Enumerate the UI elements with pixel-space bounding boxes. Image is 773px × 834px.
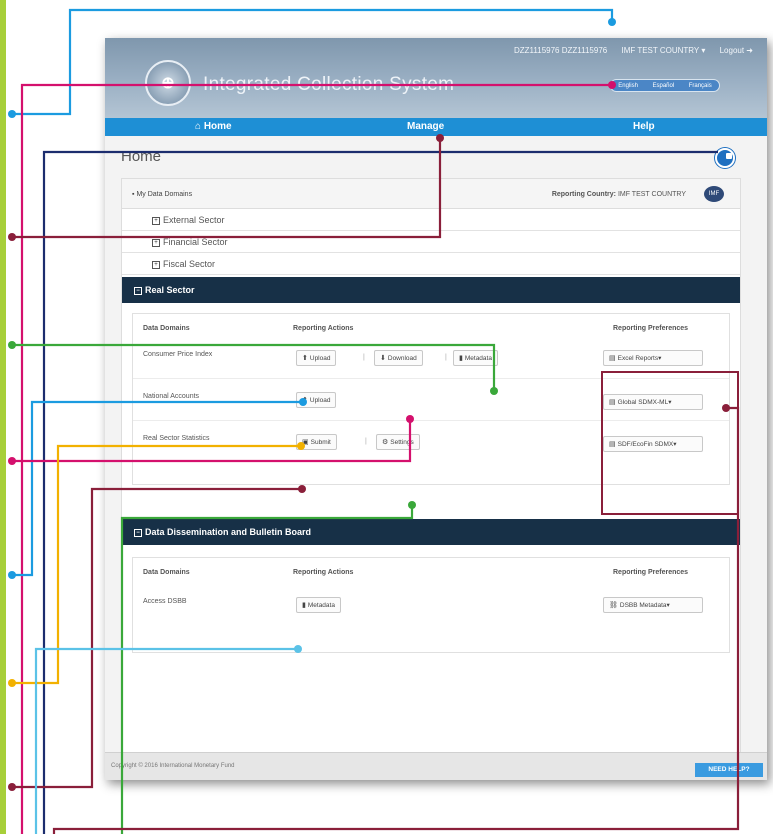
- sector-real[interactable]: − Real Sector: [122, 277, 740, 303]
- gear-icon: ⚙: [382, 439, 389, 446]
- app-screenshot: DZZ1115976 DZZ1115976 IMF TEST COUNTRY ▾…: [105, 38, 767, 780]
- sector-financial[interactable]: + Financial Sector: [122, 231, 740, 253]
- col-reporting-preferences: Reporting Preferences: [613, 569, 689, 576]
- col-reporting-preferences: Reporting Preferences: [613, 325, 689, 332]
- footer: Copyright © 2016 International Monetary …: [105, 752, 767, 780]
- callout-dot: [8, 571, 16, 579]
- lang-francais[interactable]: Français: [687, 83, 714, 89]
- sector-external[interactable]: + External Sector: [122, 209, 740, 231]
- file-icon: ▤: [609, 399, 616, 406]
- reporting-country: Reporting Country: IMF TEST COUNTRY: [551, 191, 686, 198]
- upload-icon: ⬆: [302, 355, 308, 362]
- country-logo: IMF: [704, 186, 724, 202]
- row-label-access-dsbb[interactable]: Access DSBB: [143, 598, 187, 605]
- callout-dot: [8, 233, 16, 241]
- download-button-cpi[interactable]: ⬇ Download: [374, 350, 423, 366]
- callout-dot: [8, 457, 16, 465]
- my-data-domains: ▪ My Data Domains: [132, 191, 193, 198]
- row-label-national-accounts[interactable]: National Accounts: [143, 393, 199, 400]
- user-id: DZZ1115976 DZZ1115976: [513, 46, 608, 55]
- dsbb-metadata-dropdown[interactable]: ⛓ DSBB Metadata ▾: [603, 597, 703, 613]
- collapse-icon: −: [134, 528, 142, 537]
- data-domains-panel: ▪ My Data Domains Reporting Country: IMF…: [121, 178, 741, 768]
- document-icon: ▪: [132, 191, 135, 198]
- sector-fiscal[interactable]: + Fiscal Sector: [122, 253, 740, 275]
- panel-header: ▪ My Data Domains Reporting Country: IMF…: [122, 179, 740, 209]
- language-switcher[interactable]: English Español Français: [610, 79, 720, 92]
- expand-icon: +: [152, 260, 160, 269]
- link-icon: ⛓: [609, 602, 618, 609]
- file-icon: ▤: [609, 441, 616, 448]
- callout-dot: [608, 18, 616, 26]
- real-sector-table: Data Domains Reporting Actions Reporting…: [132, 313, 730, 485]
- metadata-button-cpi[interactable]: ▮ Metadata: [453, 350, 498, 366]
- section-dissemination[interactable]: − Data Dissemination and Bulletin Board: [122, 519, 740, 545]
- book-icon: ▮: [302, 602, 306, 609]
- dissemination-table: Data Domains Reporting Actions Reporting…: [132, 557, 730, 653]
- nav-home[interactable]: ⌂ Home: [195, 121, 232, 132]
- left-accent-rail: [0, 0, 6, 834]
- page-title: Home: [121, 148, 162, 165]
- country-menu[interactable]: IMF TEST COUNTRY ▾: [621, 46, 705, 55]
- expand-icon: +: [152, 238, 160, 247]
- callout-dot: [8, 110, 16, 118]
- submit-icon: ▣: [302, 439, 309, 446]
- upload-button-cpi[interactable]: ⬆ Upload: [296, 350, 337, 366]
- col-reporting-actions: Reporting Actions: [293, 325, 354, 332]
- row-label-real-sector-statistics[interactable]: Real Sector Statistics: [143, 435, 210, 442]
- row-label-cpi[interactable]: Consumer Price Index: [143, 351, 212, 358]
- home-icon: ⌂: [195, 121, 202, 132]
- main-nav: ⌂ Home Manage Help: [105, 118, 767, 136]
- submit-button-rss[interactable]: ▣ Submit: [296, 434, 337, 450]
- book-icon: ▮: [459, 355, 463, 362]
- file-icon: ▤: [609, 355, 616, 362]
- app-title: Integrated Collection System: [203, 74, 455, 95]
- col-reporting-actions: Reporting Actions: [293, 569, 354, 576]
- settings-button-rss[interactable]: ⚙ Settings: [376, 434, 420, 450]
- col-data-domains: Data Domains: [143, 325, 190, 332]
- lang-english[interactable]: English: [616, 83, 640, 89]
- app-header: DZZ1115976 DZZ1115976 IMF TEST COUNTRY ▾…: [105, 38, 767, 118]
- col-data-domains: Data Domains: [143, 569, 190, 576]
- sdf-ecofin-dropdown[interactable]: ▤ SDF/EcoFin SDMX ▾: [603, 436, 703, 452]
- user-bar: DZZ1115976 DZZ1115976 IMF TEST COUNTRY ▾…: [502, 46, 753, 55]
- collapse-icon: −: [134, 286, 142, 295]
- upload-icon: ⬆: [302, 397, 308, 404]
- upload-button-na[interactable]: ⬆ Upload: [296, 392, 337, 408]
- excel-reports-dropdown[interactable]: ▤ Excel Reports ▾: [603, 350, 703, 366]
- callout-dot: [8, 679, 16, 687]
- nav-help[interactable]: Help: [633, 121, 655, 132]
- need-help-button[interactable]: NEED HELP?: [695, 763, 763, 777]
- callout-dot: [8, 783, 16, 791]
- global-sdmx-dropdown[interactable]: ▤ Global SDMX-ML ▾: [603, 394, 703, 410]
- logout-link[interactable]: Logout ➜: [720, 46, 753, 55]
- expand-icon: +: [152, 216, 160, 225]
- download-icon: ⬇: [380, 355, 386, 362]
- nav-manage[interactable]: Manage: [407, 121, 444, 132]
- imf-logo: ⊕: [145, 60, 191, 106]
- copyright: Copyright © 2016 International Monetary …: [111, 763, 235, 769]
- metadata-button-dsbb[interactable]: ▮ Metadata: [296, 597, 341, 613]
- callout-dot: [8, 341, 16, 349]
- loading-icon: [715, 148, 735, 168]
- lang-espanol[interactable]: Español: [650, 83, 676, 89]
